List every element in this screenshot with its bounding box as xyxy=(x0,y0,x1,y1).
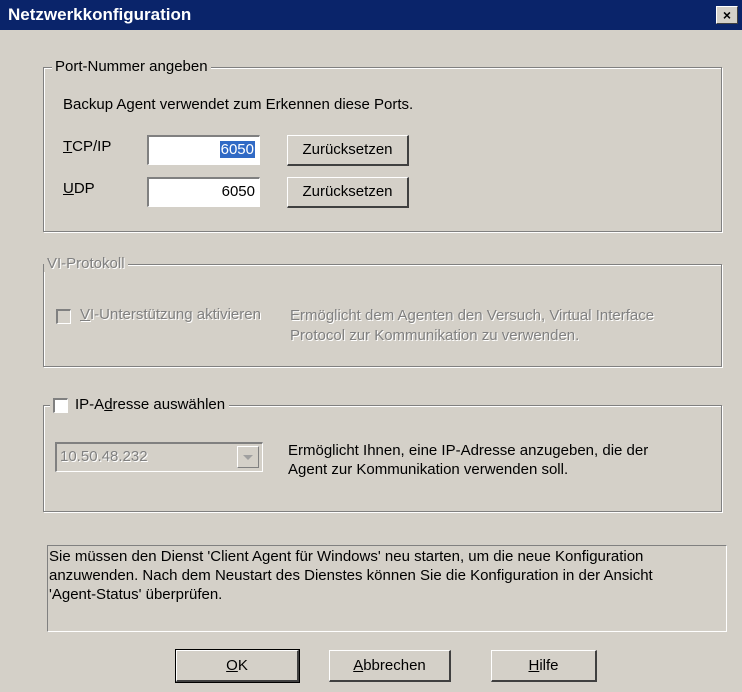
help-mnemonic: H xyxy=(528,657,540,674)
port-description: Backup Agent verwendet zum Erkennen dies… xyxy=(63,96,414,113)
vi-description-line2: Protocol zur Kommunikation zu verwenden. xyxy=(290,327,580,344)
vi-description: Ermöglicht dem Agenten den Versuch, Virt… xyxy=(290,306,654,346)
udp-reset-button[interactable]: Zurücksetzen xyxy=(287,177,409,208)
ip-select-mnemonic: d xyxy=(104,396,113,413)
vi-support-label-rest: I-Unterstützung aktivieren xyxy=(90,306,261,323)
cancel-label-rest: bbrechen xyxy=(363,657,426,674)
dropdown-arrow-button[interactable] xyxy=(237,446,259,468)
cancel-button[interactable]: Abbrechen xyxy=(329,650,451,682)
vi-support-label: VI-Unterstützung aktivieren xyxy=(80,306,261,323)
ok-button[interactable]: OK xyxy=(175,649,300,683)
vi-group-legend: VI-Protokoll xyxy=(44,255,128,272)
udp-port-input[interactable]: 6050 xyxy=(147,177,260,207)
restart-info-line2: anzuwenden. Nach dem Neustart des Dienst… xyxy=(49,567,653,584)
udp-port-value: 6050 xyxy=(221,183,255,200)
close-button[interactable]: × xyxy=(716,6,738,24)
close-icon: × xyxy=(722,7,732,23)
ip-description-line2: Agent zur Kommunikation verwenden soll. xyxy=(288,461,569,478)
ip-select-checkbox[interactable] xyxy=(53,397,68,413)
tcp-reset-button[interactable]: Zurücksetzen xyxy=(287,135,409,166)
udp-label-rest: DP xyxy=(73,180,95,197)
ip-address-dropdown[interactable]: 10.50.48.232 xyxy=(55,442,263,472)
udp-label-mnemonic: U xyxy=(63,180,74,197)
window-title: Netzwerkkonfiguration xyxy=(8,5,192,24)
vi-description-line1: Ermöglicht dem Agenten den Versuch, Virt… xyxy=(290,307,655,324)
ip-description-line1: Ermöglicht Ihnen, eine IP-Adresse anzuge… xyxy=(288,442,649,459)
ip-address-value: 10.50.48.232 xyxy=(60,448,148,465)
port-group-legend: Port-Nummer angeben xyxy=(52,58,211,75)
help-button[interactable]: Hilfe xyxy=(491,650,597,682)
vi-support-mnemonic: V xyxy=(80,306,91,323)
ip-select-label-post: resse auswählen xyxy=(112,396,226,413)
restart-info-text: Sie müssen den Dienst 'Client Agent für … xyxy=(49,547,653,604)
vi-support-checkbox[interactable] xyxy=(56,309,71,324)
chevron-down-icon xyxy=(243,455,253,460)
ip-description: Ermöglicht Ihnen, eine IP-Adresse anzuge… xyxy=(288,441,648,479)
restart-info-line1: Sie müssen den Dienst 'Client Agent für … xyxy=(49,548,644,565)
tcp-port-value: 6050 xyxy=(219,141,255,158)
cancel-mnemonic: A xyxy=(353,657,364,674)
ok-label-rest: K xyxy=(237,657,248,674)
udp-label: UDP xyxy=(63,180,95,197)
tcp-port-input[interactable]: 6050 xyxy=(147,135,260,165)
restart-info-line3: 'Agent-Status' überprüfen. xyxy=(49,586,223,603)
tcp-label-mnemonic: T xyxy=(63,138,73,155)
tcp-label: TCP/IP xyxy=(63,138,111,155)
help-label-rest: ilfe xyxy=(539,657,559,674)
ok-mnemonic: O xyxy=(226,657,238,674)
ip-select-checkbox-row[interactable]: IP-Adresse auswählen xyxy=(50,395,230,417)
tcp-label-rest: CP/IP xyxy=(72,138,112,155)
ip-select-label-pre: IP-A xyxy=(75,396,105,413)
